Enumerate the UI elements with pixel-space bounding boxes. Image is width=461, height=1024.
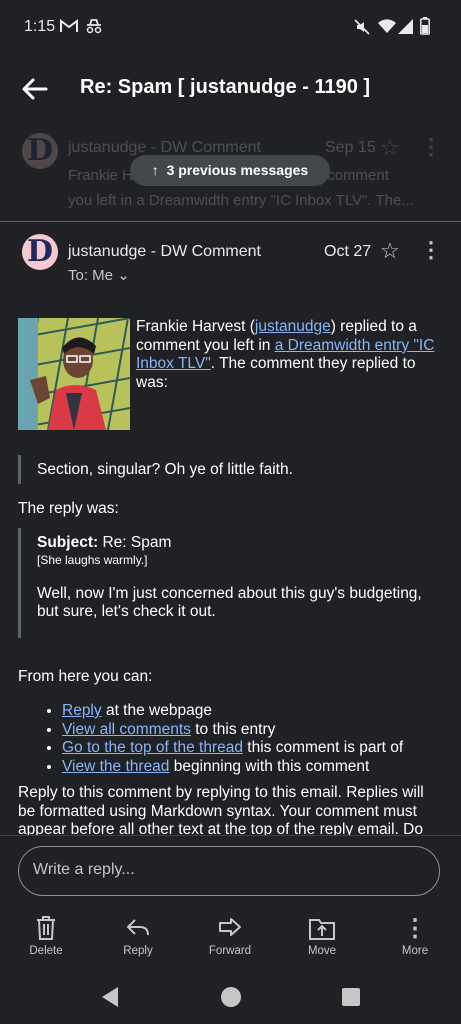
list-item: View the thread beginning with this comm… <box>62 758 443 777</box>
more-icon: ⋮ <box>403 915 427 942</box>
star-icon[interactable]: ☆ <box>380 238 400 264</box>
home-nav-icon[interactable] <box>220 986 242 1013</box>
compose-bar: Write a reply... <box>0 835 461 906</box>
trash-icon <box>11 915 81 943</box>
option-link[interactable]: View all comments <box>62 721 191 738</box>
move-button[interactable]: Move <box>287 915 357 957</box>
wifi-icon <box>378 19 396 39</box>
recipient-toggle[interactable]: To: Me ⌄ <box>68 266 130 284</box>
system-nav-bar <box>0 970 461 1024</box>
more-vert-icon[interactable]: ⋮ <box>420 239 442 261</box>
mute-icon <box>354 19 370 40</box>
delete-button[interactable]: Delete <box>11 915 81 957</box>
back-arrow-icon[interactable] <box>18 72 52 106</box>
quoted-comment: Section, singular? Oh ye of little faith… <box>18 455 443 484</box>
avatar: D <box>22 234 58 270</box>
avatar: D <box>22 133 58 169</box>
previous-messages-button[interactable]: ↑ 3 previous messages <box>130 155 330 186</box>
message-header[interactable]: D justanudge - DW Comment Oct 27 ☆ ⋮ To:… <box>0 230 461 290</box>
chevron-down-icon: ⌄ <box>117 267 130 284</box>
reply-quote: Subject: Re: Spam [She laughs warmly.] W… <box>18 528 443 638</box>
arrow-up-icon: ↑ <box>151 162 159 178</box>
reply-was-label: The reply was: <box>18 499 119 517</box>
reply-input[interactable]: Write a reply... <box>18 846 440 896</box>
reply-placeholder: Write a reply... <box>33 861 135 878</box>
list-item: View all comments to this entry <box>62 721 443 740</box>
reply-text: Well, now I'm just concerned about this … <box>37 584 422 621</box>
email-subject: Re: Spam [ justanudge - 1190 ] <box>80 76 371 98</box>
forward-icon <box>195 915 265 943</box>
list-item: Go to the top of the thread this comment… <box>62 739 443 758</box>
reply-action: [She laughs warmly.] <box>37 552 148 567</box>
list-item: Reply at the webpage <box>62 702 443 721</box>
star-icon[interactable]: ☆ <box>380 135 400 161</box>
options-list: Reply at the webpage View all comments t… <box>18 702 443 776</box>
option-link[interactable]: Reply <box>62 702 102 719</box>
message-date: Oct 27 <box>324 243 372 260</box>
forward-button[interactable]: Forward <box>195 915 265 957</box>
action-bar: Delete Reply Forward Move ⋮ More <box>0 905 461 965</box>
move-icon <box>287 915 357 943</box>
reply-button[interactable]: Reply <box>103 915 173 957</box>
user-picture <box>18 318 130 430</box>
reply-icon <box>103 915 173 943</box>
user-link[interactable]: justanudge <box>255 318 331 335</box>
status-bar: 1:15 <box>0 0 461 56</box>
more-button[interactable]: ⋮ More <box>380 915 450 957</box>
collapsed-date: Sep 15 <box>325 139 376 156</box>
email-body: Frankie Harvest (justanudge) replied to … <box>18 318 443 858</box>
battery-icon <box>420 17 430 40</box>
gmail-icon <box>60 19 78 38</box>
status-time: 1:15 <box>24 18 56 35</box>
divider <box>0 221 461 222</box>
options-intro: From here you can: <box>18 667 153 685</box>
recents-nav-icon[interactable] <box>342 988 360 1011</box>
sender-name: justanudge - DW Comment <box>68 243 261 260</box>
signal-icon <box>398 19 413 39</box>
incognito-icon <box>85 18 103 39</box>
app-bar: Re: Spam [ justanudge - 1190 ] <box>0 56 461 122</box>
more-vert-icon[interactable]: ⋮ <box>420 136 442 158</box>
back-nav-icon[interactable] <box>100 986 120 1013</box>
option-link[interactable]: View the thread <box>62 758 169 775</box>
option-link[interactable]: Go to the top of the thread <box>62 739 243 756</box>
